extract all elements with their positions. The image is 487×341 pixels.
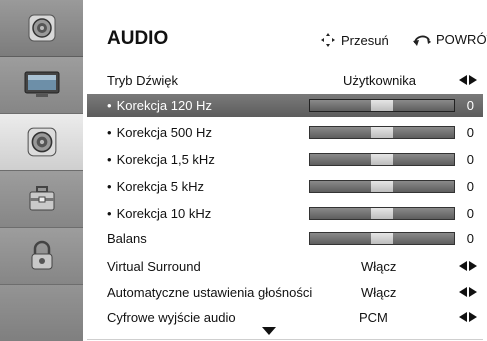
sound-mode-value: Użytkownika	[343, 73, 416, 88]
eq-10khz-value: 0	[466, 206, 474, 221]
sidebar-item-lock[interactable]	[0, 228, 83, 285]
sidebar-empty-area	[0, 285, 83, 341]
move-hint-label: Przesuń	[341, 32, 389, 48]
digital-out-value: PCM	[359, 310, 388, 325]
balance-value: 0	[466, 231, 474, 246]
bottom-divider	[87, 339, 483, 340]
eq-5khz-label: Korekcja 5 kHz	[107, 179, 204, 194]
tv-picture-icon	[24, 71, 59, 97]
eq-5khz-slider[interactable]	[309, 180, 455, 193]
eq-120hz-label: Korekcja 120 Hz	[107, 98, 212, 113]
eq-120hz-value: 0	[466, 98, 474, 113]
menu-row-eq-10khz[interactable]: Korekcja 10 kHz 0	[87, 202, 483, 225]
virtual-surround-value: Włącz	[361, 259, 397, 274]
slider-thumb[interactable]	[371, 181, 393, 192]
eq-120hz-slider[interactable]	[309, 99, 455, 112]
sound-mode-label: Tryb Dźwięk	[107, 73, 179, 88]
virtual-surround-label: Virtual Surround	[107, 259, 201, 274]
menu-row-balance[interactable]: Balans 0	[87, 227, 483, 250]
eq-5khz-value: 0	[466, 179, 474, 194]
eq-1-5khz-slider[interactable]	[309, 153, 455, 166]
toolbox-icon	[29, 186, 54, 211]
slider-thumb[interactable]	[371, 154, 393, 165]
left-right-arrows-icon[interactable]	[459, 75, 477, 85]
sidebar-header-audio	[0, 0, 83, 57]
sidebar-item-audio[interactable]	[0, 114, 83, 171]
menu-row-eq-120hz[interactable]: Korekcja 120 Hz 0	[87, 94, 483, 117]
left-right-arrows-icon[interactable]	[459, 261, 477, 271]
menu-row-eq-1-5khz[interactable]: Korekcja 1,5 kHz 0	[87, 148, 483, 171]
slider-thumb[interactable]	[371, 233, 393, 244]
dpad-arrows-icon	[321, 33, 335, 47]
return-arrow-icon	[413, 35, 431, 46]
menu-row-digital-out[interactable]: Cyfrowe wyjście audio PCM	[87, 306, 483, 329]
digital-out-label: Cyfrowe wyjście audio	[107, 310, 236, 325]
speaker-icon	[28, 14, 55, 42]
slider-thumb[interactable]	[371, 127, 393, 138]
move-hint: Przesuń	[320, 32, 389, 48]
back-hint[interactable]: POWRÓT	[412, 32, 487, 47]
menu-row-eq-500hz[interactable]: Korekcja 500 Hz 0	[87, 121, 483, 144]
auto-volume-value: Włącz	[361, 285, 397, 300]
balance-label: Balans	[107, 231, 147, 246]
menu-row-eq-5khz[interactable]: Korekcja 5 kHz 0	[87, 175, 483, 198]
sidebar-item-picture[interactable]	[0, 57, 83, 114]
page-title: AUDIO	[107, 28, 169, 49]
left-right-arrows-icon[interactable]	[459, 312, 477, 322]
eq-10khz-label: Korekcja 10 kHz	[107, 206, 212, 221]
eq-1-5khz-label: Korekcja 1,5 kHz	[107, 152, 215, 167]
category-sidebar	[0, 0, 87, 341]
slider-thumb[interactable]	[371, 100, 393, 111]
speaker-icon	[27, 127, 56, 157]
menu-row-sound-mode[interactable]: Tryb Dźwięk Użytkownika	[87, 69, 483, 92]
sidebar-item-setup[interactable]	[0, 171, 83, 228]
eq-500hz-value: 0	[466, 125, 474, 140]
balance-slider[interactable]	[309, 232, 455, 245]
menu-row-auto-volume[interactable]: Automatyczne ustawienia głośności Włącz	[87, 281, 483, 304]
eq-500hz-label: Korekcja 500 Hz	[107, 125, 212, 140]
audio-menu-screen: AUDIO Przesuń POWRÓT Tryb Dźwięk Użytkow…	[0, 0, 487, 341]
menu-row-virtual-surround[interactable]: Virtual Surround Włącz	[87, 255, 483, 278]
eq-1-5khz-value: 0	[466, 152, 474, 167]
back-hint-label: POWRÓT	[436, 32, 487, 47]
slider-thumb[interactable]	[371, 208, 393, 219]
auto-volume-label: Automatyczne ustawienia głośności	[107, 285, 313, 300]
eq-10khz-slider[interactable]	[309, 207, 455, 220]
scroll-down-arrow-icon[interactable]	[262, 327, 276, 335]
eq-500hz-slider[interactable]	[309, 126, 455, 139]
menu-header: AUDIO Przesuń POWRÓT	[87, 0, 487, 60]
left-right-arrows-icon[interactable]	[459, 287, 477, 297]
padlock-icon	[31, 240, 52, 270]
